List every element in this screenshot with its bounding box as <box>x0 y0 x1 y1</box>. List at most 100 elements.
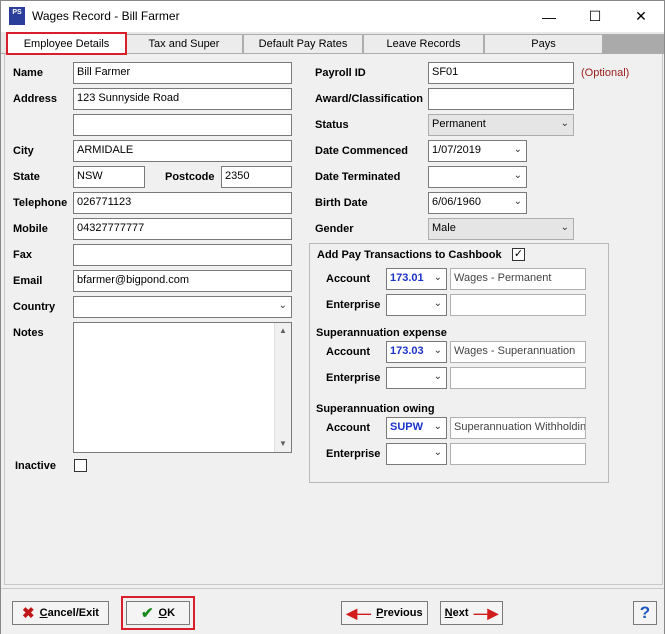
tab-pays[interactable]: Pays <box>484 34 603 53</box>
mobile-input[interactable]: 04327777777 <box>73 218 292 240</box>
window-title: Wages Record - Bill Farmer <box>32 9 180 23</box>
telephone-input[interactable]: 026771123 <box>73 192 292 214</box>
city-input[interactable]: ARMIDALE <box>73 140 292 162</box>
status-select[interactable]: Permanent ⌄ <box>428 114 574 136</box>
chevron-down-icon: ⌄ <box>433 421 442 432</box>
gender-value: Male <box>432 222 456 234</box>
notes-label: Notes <box>13 327 44 339</box>
birth-date-picker[interactable]: 6/06/1960 ⌄ <box>428 192 527 214</box>
close-button[interactable]: ✕ <box>618 1 664 32</box>
inactive-label: Inactive <box>15 460 56 472</box>
date-commenced-picker[interactable]: 1/07/2019 ⌄ <box>428 140 527 162</box>
help-icon: ? <box>639 603 651 622</box>
status-value: Permanent <box>432 118 486 130</box>
date-terminated-picker[interactable]: ⌄ <box>428 166 527 188</box>
checkmark-icon: ✔ <box>140 604 154 622</box>
chevron-down-icon: ⌄ <box>513 196 522 207</box>
address-line2-input[interactable] <box>73 114 292 136</box>
tab-leave-records[interactable]: Leave Records <box>363 34 484 53</box>
chevron-down-icon: ⌄ <box>513 144 522 155</box>
award-input[interactable] <box>428 88 574 110</box>
state-input[interactable]: NSW <box>73 166 145 188</box>
date-commenced-label: Date Commenced <box>315 145 408 157</box>
super-expense-account-name: Wages - Superannuation <box>450 341 586 363</box>
chevron-down-icon: ⌄ <box>278 300 287 311</box>
gender-label: Gender <box>315 223 354 235</box>
date-commenced-value: 1/07/2019 <box>432 144 481 156</box>
birth-date-label: Birth Date <box>315 197 368 209</box>
birth-date-value: 6/06/1960 <box>432 196 481 208</box>
super-owing-heading: Superannuation owing <box>316 403 435 415</box>
fax-label: Fax <box>13 249 32 261</box>
notes-scrollbar[interactable]: ▲ ▼ <box>274 323 291 452</box>
super-expense-enterprise-select[interactable]: ⌄ <box>386 367 447 389</box>
next-label: Next <box>444 607 469 619</box>
address-label: Address <box>13 93 58 105</box>
chevron-down-icon: ⌄ <box>433 447 442 458</box>
scroll-down-icon[interactable]: ▼ <box>275 436 291 452</box>
super-expense-account-select[interactable]: 173.03 ⌄ <box>386 341 447 363</box>
chevron-down-icon: ⌄ <box>433 345 442 356</box>
tab-employee-details[interactable]: Employee Details <box>6 32 127 55</box>
cashbook-checkbox[interactable]: ✓ <box>512 248 525 261</box>
close-icon: ✕ <box>635 8 647 24</box>
super-owing-account-code: SUPW <box>390 421 423 433</box>
name-label: Name <box>13 67 43 79</box>
super-owing-enterprise-label: Enterprise <box>326 448 381 460</box>
help-button[interactable]: ? <box>633 601 657 625</box>
next-button[interactable]: Next —▶ <box>440 601 503 625</box>
super-owing-enterprise-name <box>450 443 586 465</box>
payroll-id-input[interactable]: SF01 <box>428 62 574 84</box>
tab-tax-and-super[interactable]: Tax and Super <box>125 34 243 53</box>
tab-default-pay-rates[interactable]: Default Pay Rates <box>243 34 363 53</box>
super-owing-enterprise-select[interactable]: ⌄ <box>386 443 447 465</box>
name-input[interactable]: Bill Farmer <box>73 62 292 84</box>
gender-select[interactable]: Male ⌄ <box>428 218 574 240</box>
payroll-id-label: Payroll ID <box>315 67 366 79</box>
ok-label: OK <box>158 607 176 619</box>
super-owing-account-select[interactable]: SUPW ⌄ <box>386 417 447 439</box>
minimize-icon: — <box>542 8 556 25</box>
cancel-exit-button[interactable]: ✖ Cancel/Exit <box>12 601 109 625</box>
title-bar: PS Wages Record - Bill Farmer — ☐ ✕ <box>1 1 664 32</box>
telephone-label: Telephone <box>13 197 68 209</box>
cancel-x-icon: ✖ <box>22 604 35 622</box>
status-label: Status <box>315 119 349 131</box>
chevron-down-icon: ⌄ <box>560 118 569 129</box>
scroll-up-icon[interactable]: ▲ <box>275 323 291 339</box>
country-select[interactable]: ⌄ <box>73 296 292 318</box>
postcode-input[interactable]: 2350 <box>221 166 292 188</box>
country-label: Country <box>13 301 56 313</box>
cancel-exit-label: Cancel/Exit <box>39 607 99 619</box>
arrow-right-icon: —▶ <box>473 605 499 621</box>
minimize-button[interactable]: — <box>526 1 572 32</box>
wages-account-label: Account <box>326 273 370 285</box>
award-label: Award/Classification <box>315 93 423 105</box>
cashbook-title: Add Pay Transactions to Cashbook <box>317 249 502 261</box>
app-icon: PS <box>9 7 25 25</box>
super-owing-account-label: Account <box>326 422 370 434</box>
wages-enterprise-select[interactable]: ⌄ <box>386 294 447 316</box>
inactive-checkbox[interactable] <box>74 459 87 472</box>
maximize-button[interactable]: ☐ <box>572 1 618 32</box>
chevron-down-icon: ⌄ <box>513 170 522 181</box>
email-input[interactable]: bfarmer@bigpond.com <box>73 270 292 292</box>
previous-label: Previous <box>376 607 423 619</box>
notes-textarea[interactable]: ▲ ▼ <box>73 322 292 453</box>
state-label: State <box>13 171 40 183</box>
super-expense-enterprise-name <box>450 367 586 389</box>
date-terminated-label: Date Terminated <box>315 171 401 183</box>
postcode-label: Postcode <box>165 171 215 183</box>
previous-button[interactable]: ◀— Previous <box>341 601 428 625</box>
wages-enterprise-label: Enterprise <box>326 299 381 311</box>
fax-input[interactable] <box>73 244 292 266</box>
super-expense-account-label: Account <box>326 346 370 358</box>
wages-account-select[interactable]: 173.01 ⌄ <box>386 268 447 290</box>
email-label: Email <box>13 275 43 287</box>
address-line1-input[interactable]: 123 Sunnyside Road <box>73 88 292 110</box>
ok-button[interactable]: ✔ OK <box>126 601 190 625</box>
wages-account-name: Wages - Permanent <box>450 268 586 290</box>
super-owing-account-name: Superannuation Withholding <box>450 417 586 439</box>
tab-strip: Employee Details Tax and Super Default P… <box>1 32 664 55</box>
payroll-id-optional-hint: (Optional) <box>581 67 630 79</box>
